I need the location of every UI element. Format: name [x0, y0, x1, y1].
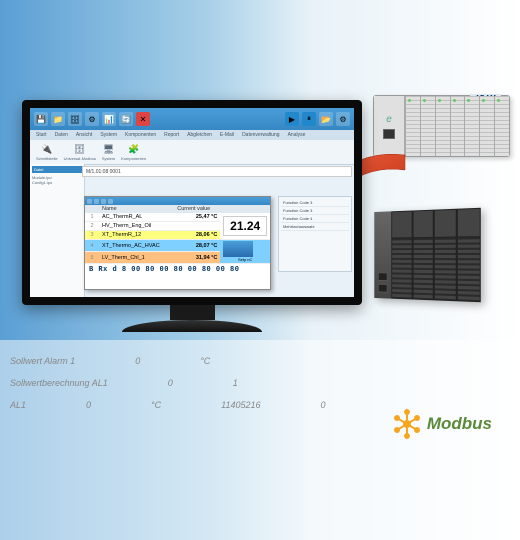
db-icon[interactable]: 🗄 — [68, 112, 82, 126]
tab-ansicht[interactable]: Ansicht — [76, 132, 92, 138]
fc-item[interactable]: Function Code 4 — [281, 215, 349, 223]
background-spreadsheet: Sollwert Alarm 10°C Sollwertberechnung A… — [0, 340, 520, 540]
components-icon: 🧩 — [128, 144, 139, 155]
io-module — [434, 209, 457, 302]
function-code-panel: Function Code 3 Function Code 3 Function… — [278, 196, 352, 272]
app-tabs: Start Daten Ansicht System Komponenten R… — [30, 130, 354, 140]
stop-icon[interactable]: ⏸ — [302, 112, 316, 126]
komponenten-button[interactable]: 🧩 Komponenten — [121, 144, 146, 161]
io-slot — [420, 96, 435, 156]
chart-label: Setp nC — [223, 257, 267, 262]
fc-item[interactable]: Function Code 3 — [281, 199, 349, 207]
win-icon[interactable] — [94, 199, 99, 204]
modbus-text: Modbus — [427, 414, 492, 434]
hardware-unit-bottom — [374, 208, 480, 302]
data-window: Name Current value 1 AC_ThermR_AL 25,47 … — [84, 196, 271, 290]
panel-header: Datei — [32, 166, 82, 173]
modbus-logo: Modbus — [391, 408, 492, 440]
io-slot — [494, 96, 509, 156]
channel-table: Name Current value 1 AC_ThermR_AL 25,47 … — [85, 205, 270, 264]
port-icon — [378, 272, 388, 281]
monitor-stand — [170, 305, 215, 320]
main-area: M/1.01:08 0001 Function Code 3 Function … — [80, 164, 354, 297]
tree-item[interactable]: Config1.ipo — [32, 180, 82, 185]
save-icon[interactable]: 💾 — [34, 112, 48, 126]
modbus-button[interactable]: 🗄 Universal-Modbus — [64, 144, 96, 161]
e-logo-icon: e — [386, 114, 392, 125]
address-bar[interactable]: M/1.01:08 0001 — [82, 166, 352, 177]
fc-multi[interactable]: Mehrfachauswahl — [281, 223, 349, 231]
system-button[interactable]: 🖥 System — [102, 144, 115, 161]
tab-system[interactable]: System — [100, 132, 117, 138]
tab-datenverwaltung[interactable]: Datenverwaltung — [242, 132, 280, 138]
app-screen: 💾 📁 🗄 ⚙ 📊 🔄 ✕ ▶ ⏸ 📂 ⚙ Start Daten Ansich… — [30, 108, 354, 297]
modbus-icon: 🗄 — [74, 144, 85, 155]
table-row[interactable]: 4 XT_Thermo_AC_HVAC 28,07 °C Setp nC — [85, 240, 270, 252]
hex-dump-line: B Rx d 8 00 80 00 80 00 80 00 80 — [85, 264, 270, 276]
tab-report[interactable]: Report — [164, 132, 179, 138]
io-module — [457, 208, 481, 302]
modbus-star-icon — [391, 408, 423, 440]
ethernet-port-icon — [383, 129, 395, 139]
window-titlebar — [85, 197, 270, 205]
monitor-base — [122, 320, 262, 332]
col-idx — [85, 205, 99, 213]
fc-item[interactable]: Function Code 3 — [281, 207, 349, 215]
col-name: Name — [99, 205, 174, 213]
mini-chart — [223, 241, 253, 257]
tab-daten[interactable]: Daten — [55, 132, 68, 138]
io-module — [391, 211, 412, 300]
hardware-front-panel: e — [374, 96, 405, 156]
folder-icon[interactable]: 📂 — [319, 112, 333, 126]
schnittstelle-button[interactable]: 🔌 Schnittstelle — [36, 144, 58, 161]
win-icon[interactable] — [108, 199, 113, 204]
gear-icon[interactable]: ⚙ — [336, 112, 350, 126]
tab-abgleichen[interactable]: Abgleichen — [187, 132, 212, 138]
io-slot — [435, 96, 450, 156]
tab-start[interactable]: Start — [36, 132, 47, 138]
tab-komponenten[interactable]: Komponenten — [125, 132, 156, 138]
big-value-display: 21.24 — [223, 216, 267, 236]
table-row[interactable]: 1 AC_ThermR_AL 25,47 °C 21.24 — [85, 213, 270, 222]
io-module — [412, 210, 434, 301]
app-main-toolbar: 💾 📁 🗄 ⚙ 📊 🔄 ✕ ▶ ⏸ 📂 ⚙ — [30, 108, 354, 130]
settings-icon[interactable]: ⚙ — [85, 112, 99, 126]
open-icon[interactable]: 📁 — [51, 112, 65, 126]
close-icon[interactable]: ✕ — [136, 112, 150, 126]
io-slot — [450, 96, 465, 156]
col-value: Current value — [174, 205, 220, 213]
refresh-icon[interactable]: 🔄 — [119, 112, 133, 126]
tab-analyse[interactable]: Analyse — [288, 132, 306, 138]
tab-email[interactable]: E-Mail — [220, 132, 234, 138]
monitor: 💾 📁 🗄 ⚙ 📊 🔄 ✕ ▶ ⏸ 📂 ⚙ Start Daten Ansich… — [22, 100, 362, 350]
io-slot — [464, 96, 479, 156]
sub-toolbar: 🔌 Schnittstelle 🗄 Universal-Modbus 🖥 Sys… — [30, 140, 354, 165]
system-icon: 🖥 — [103, 144, 114, 155]
hardware-unit-top: ADAM e — [373, 95, 510, 157]
win-icon[interactable] — [87, 199, 92, 204]
port-icon — [378, 284, 388, 293]
hardware-base-module — [374, 211, 391, 298]
win-icon[interactable] — [101, 199, 106, 204]
chart-icon[interactable]: 📊 — [102, 112, 116, 126]
record-icon[interactable]: ▶ — [285, 112, 299, 126]
io-slot — [405, 96, 420, 156]
io-slot — [479, 96, 494, 156]
file-tree-panel: Datei Module.ipo Config1.ipo — [30, 164, 85, 297]
interface-icon: 🔌 — [41, 144, 52, 155]
